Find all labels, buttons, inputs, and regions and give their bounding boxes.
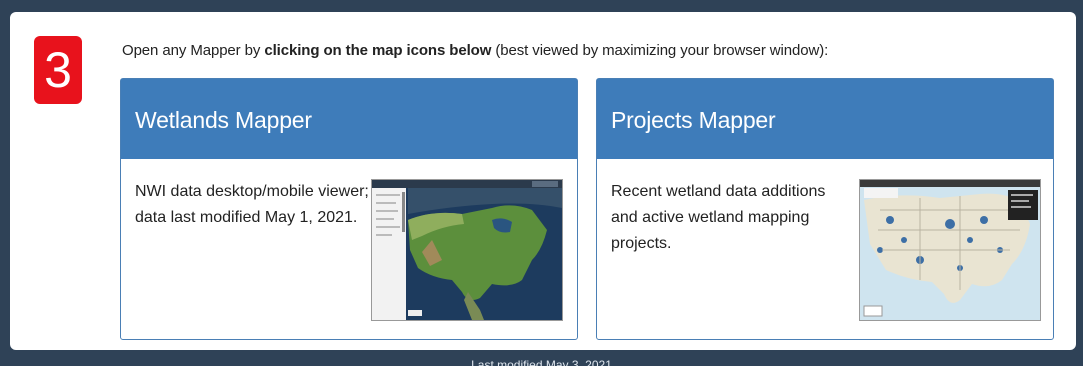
instructions-prefix: Open any Mapper by	[122, 42, 265, 59]
projects-mapper-description: Recent wetland data additions and active…	[611, 183, 826, 252]
instructions-text: Open any Mapper by clicking on the map i…	[122, 42, 828, 59]
wetlands-mapper-card[interactable]: Wetlands Mapper NWI data desktop/mobile …	[120, 78, 578, 340]
footer-last-modified: Last modified May 3, 2021	[471, 358, 612, 366]
step-number-badge: 3	[34, 36, 82, 104]
instructions-suffix: (best viewed by maximizing your browser …	[491, 42, 829, 59]
wetlands-mapper-title[interactable]: Wetlands Mapper	[121, 79, 577, 159]
wetlands-mapper-description: NWI data desktop/mobile viewer; data las…	[135, 183, 369, 226]
projects-mapper-card[interactable]: Projects Mapper Recent wetland data addi…	[596, 78, 1054, 340]
instructions-bold: clicking on the map icons below	[264, 42, 492, 59]
step-panel: 3 Open any Mapper by clicking on the map…	[10, 12, 1076, 350]
page-background: 3 Open any Mapper by clicking on the map…	[0, 0, 1083, 366]
projects-map-icon[interactable]	[859, 179, 1041, 321]
projects-mapper-title[interactable]: Projects Mapper	[597, 79, 1053, 159]
wetlands-map-icon[interactable]	[371, 179, 563, 321]
